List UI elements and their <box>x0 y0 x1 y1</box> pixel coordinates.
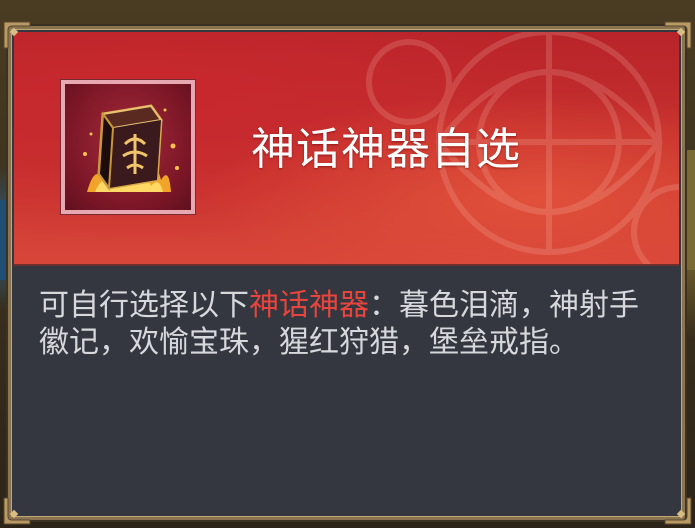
item-description: 可自行选择以下神话神器：暮色泪滴，神射手徽记，欢愉宝珠，猩红狩猎，堡垒戒指。 <box>39 287 639 361</box>
frame-corner-ornament <box>2 496 32 526</box>
item-title: 神话神器自选 <box>251 124 521 175</box>
mythic-artifact-icon <box>61 80 195 214</box>
header-divider <box>14 264 679 266</box>
frame-corner-ornament <box>663 496 693 526</box>
tooltip-header: 神话神器自选 <box>14 32 679 264</box>
description-highlight: 神话神器 <box>249 288 369 323</box>
frame-corner-ornament <box>663 20 693 50</box>
item-tooltip: 神话神器自选 可自行选择以下神话神器：暮色泪滴，神射手徽记，欢愉宝珠，猩红狩猎，… <box>8 26 685 520</box>
frame-corner-ornament <box>2 20 32 50</box>
description-prefix: 可自行选择以下 <box>39 288 249 323</box>
